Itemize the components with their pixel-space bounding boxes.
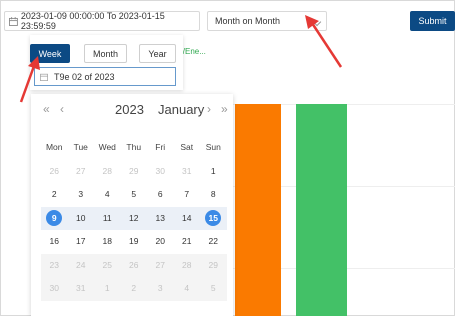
calendar-grid: Mon Tue Wed Thu Fri Sat Sun 26 27 28 29 …: [41, 136, 227, 301]
compare-mode-value: Month on Month: [215, 16, 281, 26]
day-cell[interactable]: 26: [41, 162, 68, 181]
selected-week-end[interactable]: 15: [200, 209, 227, 228]
day-cell[interactable]: 31: [174, 162, 201, 181]
weekday-label: Thu: [126, 142, 142, 153]
week-input-value: T9e 02 of 2023: [54, 71, 115, 82]
day-cell: 4: [184, 283, 190, 294]
day-cell[interactable]: 30: [147, 162, 174, 181]
next-month-icon[interactable]: ›: [207, 102, 211, 116]
day-cell[interactable]: 6: [147, 185, 174, 204]
weekday-label: Wed: [98, 142, 116, 153]
weekday-label: Sat: [180, 142, 194, 153]
day-cell: 29: [208, 259, 218, 270]
week-row[interactable]: 26 27 28 29 30 31 1: [41, 160, 227, 184]
day-cell[interactable]: 5: [121, 185, 148, 204]
weekday-header-row: Mon Tue Wed Thu Fri Sat Sun: [41, 136, 227, 160]
week-row[interactable]: 2 3 4 5 6 7 8: [41, 183, 227, 207]
day-cell[interactable]: 1: [200, 162, 227, 181]
day-cell[interactable]: 20: [147, 232, 174, 251]
day-cell[interactable]: 3: [68, 185, 95, 204]
next-year-icon[interactable]: »: [221, 102, 228, 116]
day-cell: 25: [102, 259, 112, 270]
chart-bar-orange: [235, 104, 281, 316]
date-range-field[interactable]: 2023-01-09 00:00:00 To 2023-01-15 23:59:…: [4, 11, 200, 31]
weekday-label: Sun: [205, 142, 221, 153]
week-row-disabled: 23 24 25 26 27 28 29: [41, 253, 227, 277]
chart-bar-green: [296, 104, 347, 316]
mode-month-button[interactable]: Month: [84, 44, 127, 63]
annotation-arrow-icon: [305, 15, 343, 68]
annotation-arrow-icon: [19, 56, 40, 103]
day-cell[interactable]: 28: [94, 162, 121, 181]
day-cell[interactable]: 19: [121, 232, 148, 251]
day-cell[interactable]: 17: [68, 232, 95, 251]
day-cell: 3: [157, 283, 163, 294]
day-cell: 28: [182, 259, 192, 270]
mode-year-button[interactable]: Year: [139, 44, 176, 63]
day-cell: 23: [49, 259, 59, 270]
day-cell[interactable]: 7: [174, 185, 201, 204]
period-picker-panel: Week Month Year T9e 02 of 2023: [30, 35, 183, 90]
day-cell: 24: [76, 259, 86, 270]
week-row[interactable]: 16 17 18 19 20 21 22: [41, 230, 227, 254]
day-cell: 27: [155, 259, 165, 270]
day-cell[interactable]: 14: [174, 209, 201, 228]
calendar-icon: [9, 16, 18, 26]
week-row-disabled: 30 31 1 2 3 4 5: [41, 277, 227, 301]
day-cell[interactable]: 18: [94, 232, 121, 251]
day-cell[interactable]: 22: [200, 232, 227, 251]
day-cell[interactable]: 29: [121, 162, 148, 181]
day-cell: 26: [129, 259, 139, 270]
day-cell[interactable]: 10: [68, 209, 95, 228]
week-input[interactable]: T9e 02 of 2023: [34, 67, 176, 86]
prev-year-icon[interactable]: «: [43, 102, 50, 116]
weekday-label: Tue: [73, 142, 88, 153]
day-cell: 31: [76, 283, 86, 294]
calendar-dropdown: « ‹ 2023 January › » Mon Tue Wed Thu Fri…: [31, 94, 233, 316]
day-cell[interactable]: 8: [200, 185, 227, 204]
day-cell[interactable]: 2: [41, 185, 68, 204]
prev-month-icon[interactable]: ‹: [60, 102, 64, 116]
day-cell[interactable]: 12: [121, 209, 148, 228]
day-cell[interactable]: 21: [174, 232, 201, 251]
day-cell[interactable]: 13: [147, 209, 174, 228]
submit-button[interactable]: Submit: [410, 11, 455, 31]
calendar-header: « ‹ 2023 January › »: [31, 94, 233, 128]
day-cell: 30: [49, 283, 59, 294]
weekday-label: Mon: [45, 142, 63, 153]
calendar-month[interactable]: January: [158, 102, 204, 117]
day-cell[interactable]: 27: [68, 162, 95, 181]
weekday-label: Fri: [155, 142, 166, 153]
selected-week-start[interactable]: 9: [41, 209, 68, 228]
day-cell[interactable]: 4: [94, 185, 121, 204]
day-cell[interactable]: 11: [94, 209, 121, 228]
day-cell: 5: [210, 283, 216, 294]
day-cell: 1: [104, 283, 110, 294]
selected-week-row[interactable]: 9 10 11 12 13 14 15: [41, 206, 227, 230]
date-range-text: 2023-01-09 00:00:00 To 2023-01-15 23:59:…: [20, 11, 165, 31]
day-cell[interactable]: 16: [41, 232, 68, 251]
calendar-year[interactable]: 2023: [115, 102, 144, 117]
day-cell: 2: [131, 283, 137, 294]
